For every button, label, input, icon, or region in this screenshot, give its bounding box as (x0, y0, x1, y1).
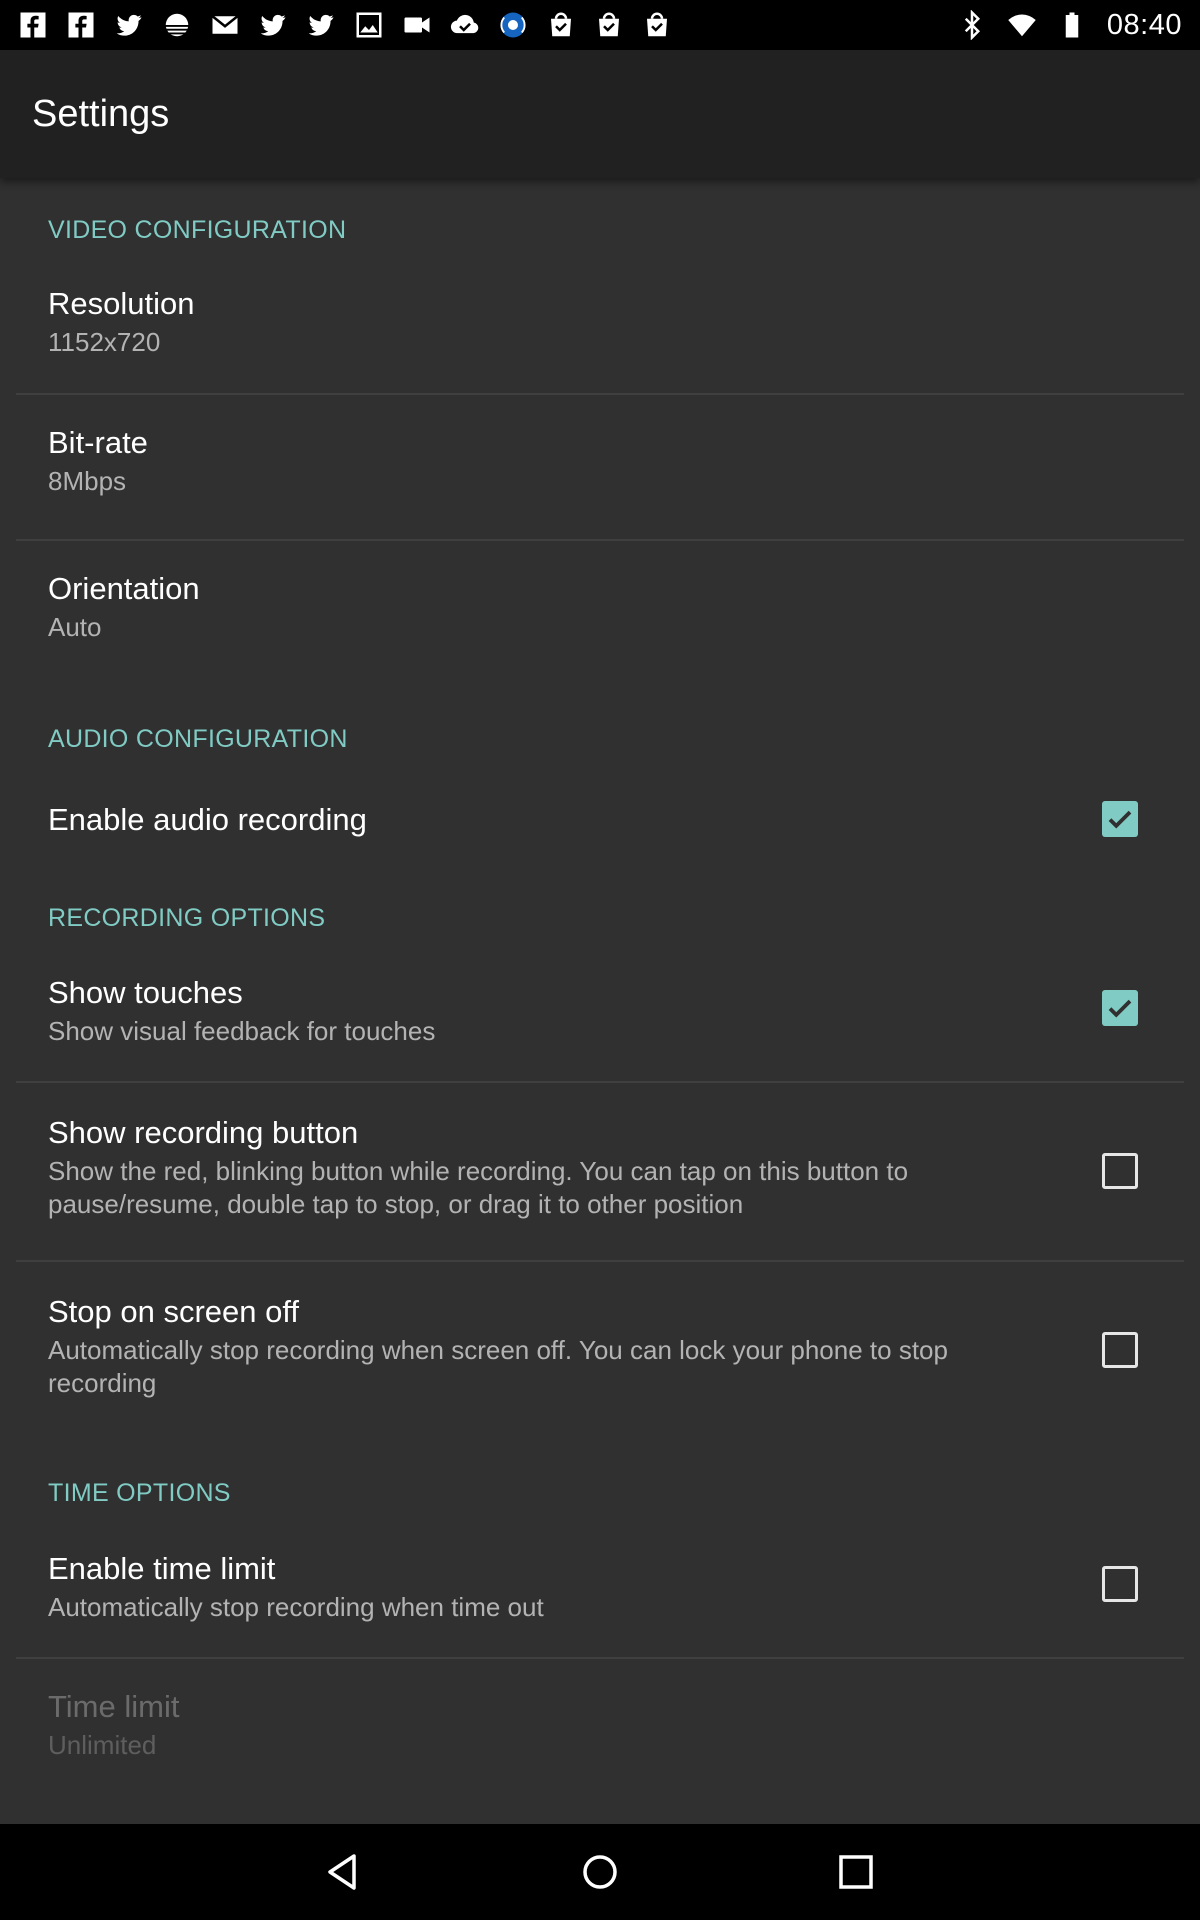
show-touches-checkbox[interactable] (1102, 990, 1138, 1026)
pref-title: Enable time limit (48, 1551, 276, 1586)
category-video-configuration: VIDEO CONFIGURATION (48, 216, 347, 244)
image-icon (354, 10, 384, 40)
pref-summary: Automatically stop recording when time o… (48, 1592, 544, 1622)
pref-title: Show touches (48, 975, 243, 1010)
pref-enable-time-limit[interactable]: Enable time limit Automatically stop rec… (0, 1537, 1200, 1677)
settings-list[interactable]: VIDEO CONFIGURATION Resolution 1152x720 … (0, 178, 1200, 1824)
pref-summary: 8Mbps (48, 466, 127, 496)
enable-audio-checkbox[interactable] (1102, 801, 1138, 837)
back-icon[interactable] (324, 1852, 364, 1892)
cloud-check-icon (450, 10, 480, 40)
navigation-bar (0, 1824, 1200, 1920)
bluetooth-icon (957, 10, 987, 40)
recorder-icon (498, 10, 528, 40)
battery-icon (1057, 10, 1087, 40)
status-clock: 08:40 (1106, 8, 1182, 41)
video-camera-icon (402, 10, 432, 40)
pref-title: Enable audio recording (48, 802, 367, 837)
pref-stop-on-screen-off[interactable]: Stop on screen off Automatically stop re… (0, 1262, 1200, 1438)
facebook-icon (66, 10, 96, 40)
pref-title: Bit-rate (48, 425, 148, 460)
pref-summary: Unlimited (48, 1730, 157, 1760)
status-bar: 08:40 (0, 0, 1200, 50)
mail-icon (210, 10, 240, 40)
stop-on-screen-off-checkbox[interactable] (1102, 1332, 1138, 1368)
checkmark-icon (1108, 810, 1132, 829)
category-recording-options: RECORDING OPTIONS (48, 904, 326, 932)
pref-title: Resolution (48, 286, 195, 321)
pref-summary: Automatically stop recording when screen… (48, 1335, 948, 1398)
pref-show-recording-button[interactable]: Show recording button Show the red, blin… (0, 1083, 1200, 1259)
pref-title: Show recording button (48, 1115, 359, 1150)
pref-resolution[interactable]: Resolution 1152x720 (0, 276, 1200, 398)
checkmark-icon (1108, 999, 1132, 1018)
app-bar: Settings (0, 50, 1200, 178)
pref-summary: 1152x720 (48, 327, 161, 357)
pref-summary: Show the red, blinking button while reco… (48, 1156, 909, 1219)
show-recording-button-checkbox[interactable] (1102, 1153, 1138, 1189)
recents-icon[interactable] (836, 1852, 876, 1892)
pref-bitrate[interactable]: Bit-rate 8Mbps (0, 395, 1200, 539)
pref-summary: Auto (48, 612, 102, 642)
enable-time-limit-checkbox[interactable] (1102, 1566, 1138, 1602)
shopping-bag-check-icon (642, 10, 672, 40)
page-title: Settings (32, 92, 170, 135)
twitter-icon (306, 10, 336, 40)
pref-time-limit: Time limit Unlimited (0, 1659, 1200, 1799)
shopping-bag-check-icon (594, 10, 624, 40)
twitter-icon (114, 10, 144, 40)
twitter-icon (258, 10, 288, 40)
pref-title: Time limit (48, 1689, 180, 1724)
pref-orientation[interactable]: Orientation Auto (0, 541, 1200, 685)
pref-title: Stop on screen off (48, 1294, 300, 1329)
status-indicators: 08:40 (957, 9, 1182, 42)
pref-enable-audio-recording[interactable]: Enable audio recording (0, 778, 1200, 898)
shopping-bag-check-icon (546, 10, 576, 40)
pref-summary: Show visual feedback for touches (48, 1016, 436, 1046)
wifi-icon (1007, 10, 1037, 40)
facebook-icon (18, 10, 48, 40)
pref-show-touches[interactable]: Show touches Show visual feedback for to… (0, 961, 1200, 1101)
pref-title: Orientation (48, 571, 200, 606)
category-time-options: TIME OPTIONS (48, 1479, 231, 1507)
home-icon[interactable] (580, 1852, 620, 1892)
category-audio-configuration: AUDIO CONFIGURATION (48, 725, 348, 753)
notification-icons (18, 10, 672, 40)
sunset-icon (162, 10, 192, 40)
